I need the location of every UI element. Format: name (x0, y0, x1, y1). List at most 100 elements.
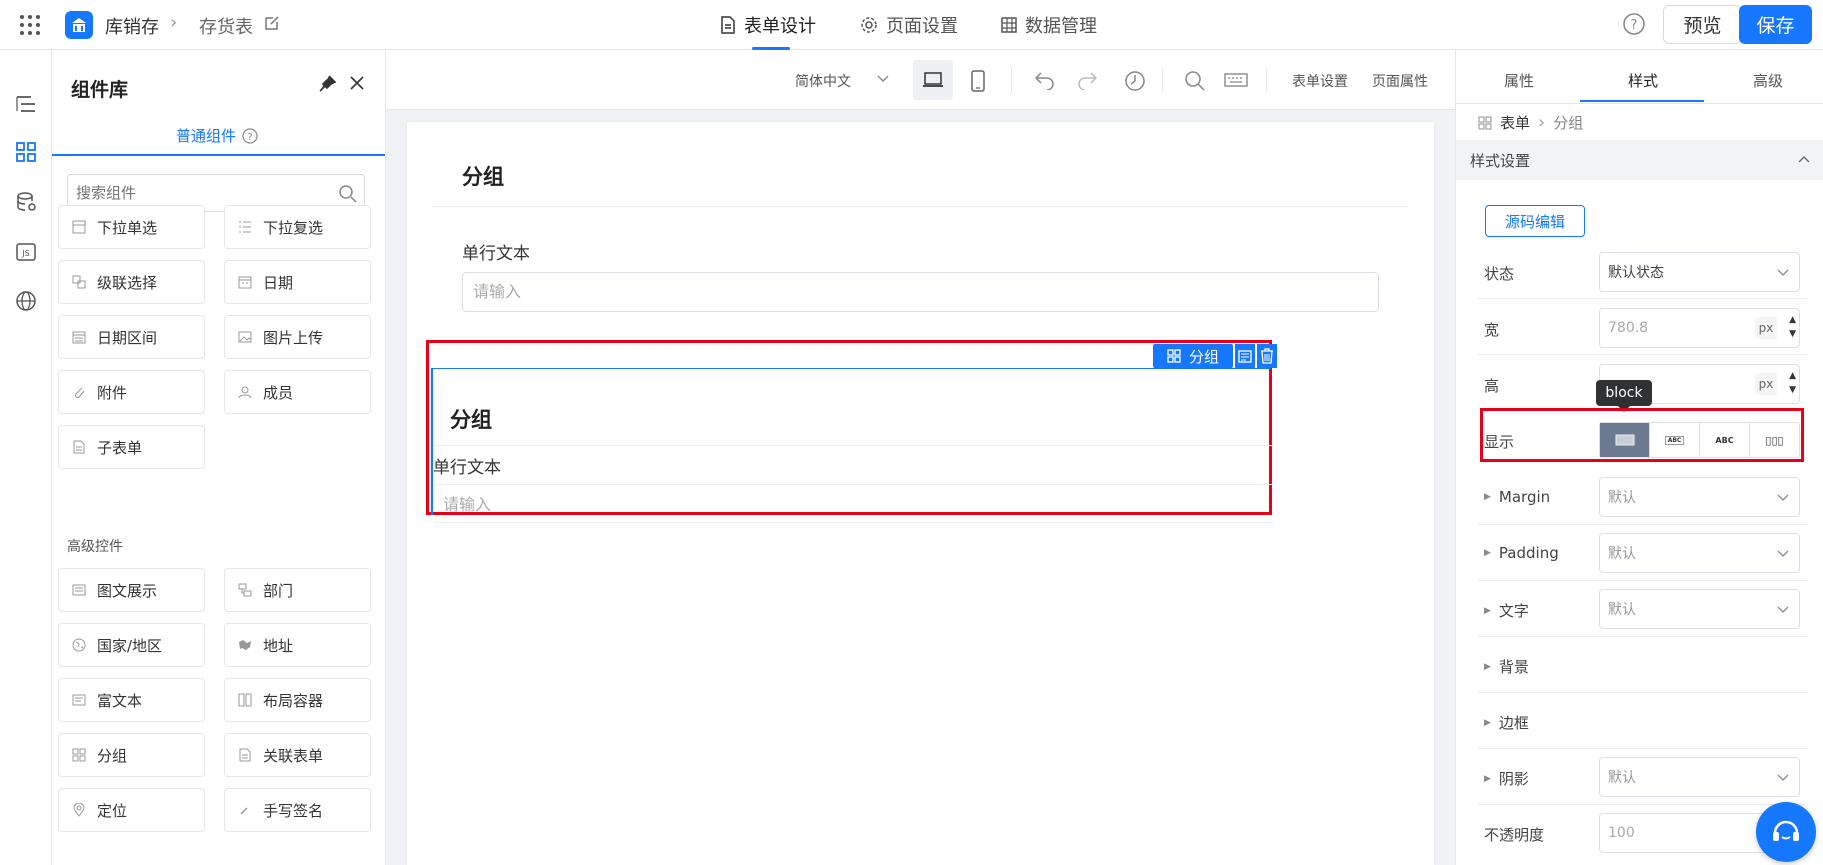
outline-icon[interactable] (10, 88, 42, 120)
chevron-down-icon[interactable] (875, 70, 891, 86)
datasource-icon[interactable] (10, 186, 42, 218)
text-input-field[interactable]: 请输入 (462, 272, 1379, 312)
language-select[interactable]: 简体中文 (795, 71, 851, 91)
field-label[interactable]: 单行文本 (462, 239, 530, 264)
text-select[interactable]: 默认 (1599, 589, 1800, 629)
save-button[interactable]: 保存 (1739, 5, 1812, 44)
display-block-option[interactable] (1600, 423, 1650, 457)
component-country-region[interactable]: 国家/地区 (58, 623, 205, 667)
globe-icon[interactable] (10, 285, 42, 317)
pin-icon[interactable] (317, 74, 337, 94)
cascade-icon (71, 274, 87, 290)
canvas-area: 简体中文 表单设置 页面属性 分组 单行文本 请输入 分组 分组 单行文本 请输… (386, 50, 1455, 865)
tab-style[interactable]: 样式 (1628, 70, 1658, 91)
svg-text:JS: JS (21, 249, 29, 258)
component-address[interactable]: 地址 (224, 623, 371, 667)
padding-select[interactable]: 默认 (1599, 533, 1800, 573)
search-icon[interactable] (338, 184, 358, 204)
display-segmented-control[interactable]: ABC ABC ▯▯▯ (1599, 422, 1800, 458)
help-icon[interactable]: ? (242, 127, 258, 144)
redo-icon[interactable] (1076, 70, 1098, 90)
component-subform[interactable]: 子表单 (58, 425, 205, 469)
active-tab-indicator (1580, 100, 1704, 102)
app-name[interactable]: 库销存 (105, 13, 159, 39)
component-location[interactable]: 定位 (58, 788, 205, 832)
component-dropdown-single[interactable]: 下拉单选 (58, 205, 205, 249)
help-icon[interactable]: ? (1622, 12, 1646, 36)
padding-expander[interactable]: ▶ Padding (1484, 544, 1559, 562)
component-linked-form[interactable]: 关联表单 (224, 733, 371, 777)
shadow-select[interactable]: 默认 (1599, 757, 1800, 797)
customer-service-button[interactable] (1756, 802, 1816, 862)
opacity-label: 不透明度 (1484, 826, 1545, 844)
selected-component-badge[interactable]: 分组 (1153, 344, 1233, 368)
style-settings-header[interactable]: 样式设置 (1456, 140, 1823, 180)
component-member[interactable]: 成员 (224, 370, 371, 414)
margin-expander[interactable]: ▶ Margin (1484, 488, 1550, 506)
breadcrumb-root[interactable]: 表单 (1500, 112, 1530, 133)
preview-button[interactable]: 预览 (1663, 5, 1742, 44)
delete-component-button[interactable] (1257, 344, 1277, 368)
keyboard-icon[interactable] (1224, 70, 1248, 90)
component-rich-card[interactable]: 图文展示 (58, 568, 205, 612)
source-edit-button[interactable]: 源码编辑 (1485, 205, 1585, 237)
border-expander[interactable]: ▶ 边框 (1484, 712, 1529, 733)
tab-data-management[interactable]: 数据管理 (1001, 12, 1097, 38)
component-date-range[interactable]: 日期区间 (58, 315, 205, 359)
chevron-down-icon (1777, 269, 1789, 276)
text-input-placeholder[interactable]: 请输入 (443, 491, 491, 515)
app-grid-icon[interactable] (18, 13, 42, 37)
component-signature[interactable]: 手写签名 (224, 788, 371, 832)
close-icon[interactable] (348, 74, 366, 92)
state-select[interactable]: 默认状态 (1599, 252, 1800, 292)
unit-select[interactable]: px (1755, 373, 1777, 395)
component-attachment[interactable]: 附件 (58, 370, 205, 414)
mobile-view-icon[interactable] (971, 70, 985, 92)
tab-page-settings[interactable]: 页面设置 (860, 12, 958, 38)
chevron-right-icon: › (1538, 112, 1546, 133)
component-image-upload[interactable]: 图片上传 (224, 315, 371, 359)
stepper-icon[interactable]: ▲ ▼ (1789, 313, 1796, 341)
desktop-view-button[interactable] (913, 60, 953, 100)
display-inline-option[interactable]: ABC (1700, 423, 1750, 457)
page-properties-button[interactable]: 页面属性 (1372, 71, 1428, 91)
width-input[interactable]: 780.8 px ▲ ▼ (1599, 308, 1800, 348)
display-inline-block-option[interactable]: ABC (1650, 423, 1700, 457)
tab-form-design[interactable]: 表单设计 (720, 12, 816, 38)
selected-group-component[interactable]: 分组 单行文本 请输入 (431, 368, 1273, 523)
search-icon[interactable] (1184, 70, 1206, 92)
component-rich-text[interactable]: 富文本 (58, 678, 205, 722)
stepper-icon[interactable]: ▲ ▼ (1789, 369, 1796, 397)
shadow-expander[interactable]: ▶ 阴影 (1484, 768, 1529, 789)
text-expander[interactable]: ▶ 文字 (1484, 600, 1529, 621)
component-date[interactable]: 日期 (224, 260, 371, 304)
edit-icon[interactable] (263, 14, 281, 32)
richtext-icon (71, 692, 87, 708)
display-flex-option[interactable]: ▯▯▯ (1750, 423, 1799, 457)
tab-basic-components[interactable]: 普通组件 ? (176, 125, 258, 146)
tab-properties[interactable]: 属性 (1504, 70, 1534, 91)
chevron-up-icon[interactable] (1796, 152, 1812, 168)
js-icon[interactable]: JS (10, 236, 42, 268)
component-department[interactable]: 部门 (224, 568, 371, 612)
form-settings-button[interactable]: 表单设置 (1292, 71, 1348, 91)
selected-group-highlight[interactable]: 分组 分组 单行文本 请输入 (426, 340, 1277, 523)
paperclip-icon (71, 384, 87, 400)
block-icon (1615, 434, 1634, 446)
history-icon[interactable] (1124, 70, 1146, 92)
component-dropdown-multi[interactable]: 下拉复选 (224, 205, 371, 249)
components-icon[interactable] (10, 136, 42, 168)
row-divider (1478, 580, 1808, 581)
page-name[interactable]: 存货表 (199, 13, 253, 39)
component-group[interactable]: 分组 (58, 733, 205, 777)
copy-icon (1238, 350, 1252, 363)
background-expander[interactable]: ▶ 背景 (1484, 656, 1529, 677)
group-title[interactable]: 分组 (462, 161, 504, 191)
undo-icon[interactable] (1034, 70, 1056, 90)
component-cascade[interactable]: 级联选择 (58, 260, 205, 304)
copy-component-button[interactable] (1235, 344, 1255, 368)
unit-select[interactable]: px (1755, 317, 1777, 339)
margin-select[interactable]: 默认 (1599, 477, 1800, 517)
component-layout-container[interactable]: 布局容器 (224, 678, 371, 722)
tab-advanced[interactable]: 高级 (1753, 70, 1783, 91)
